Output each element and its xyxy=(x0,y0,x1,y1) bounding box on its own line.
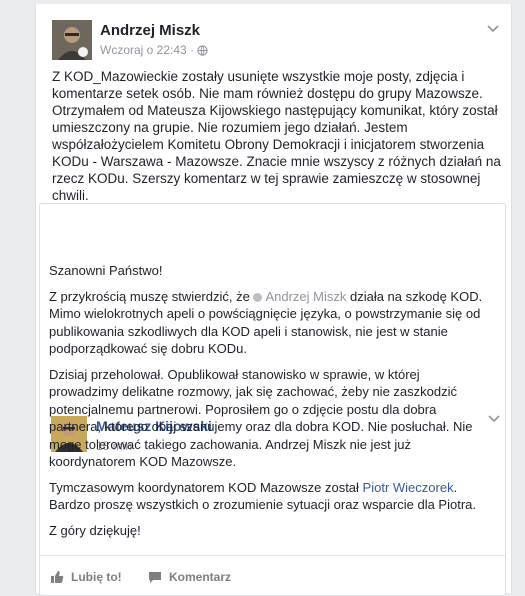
post-meta: Wczoraj o 22:43 · xyxy=(100,43,209,59)
andrzej-miszk-avatar[interactable] xyxy=(52,20,92,60)
globe-icon[interactable] xyxy=(197,45,209,59)
paragraph-1: Z przykrością muszę stwierdzić, że Andrz… xyxy=(49,288,489,358)
greeting: Szanowni Państwo! xyxy=(49,263,163,278)
paragraph-3-start: Tymczasowym koordynatorem KOD Mazowsze z… xyxy=(49,479,363,495)
post-text: Z KOD_Mazowieckie zostały usunięte wszys… xyxy=(52,68,502,204)
facebook-post: Andrzej Miszk Wczoraj o 22:43 · Z KOD_Ma… xyxy=(35,4,512,596)
like-button[interactable]: Lubię to! xyxy=(50,570,122,584)
shared-post-card: Mateusz Kijowski 18 min Szanowni Państwo… xyxy=(39,203,506,596)
post-timestamp[interactable]: Wczoraj o 22:43 xyxy=(100,43,187,57)
shared-post-body: Szanowni Państwo! Z przykrością muszę st… xyxy=(49,262,489,547)
shared-options-chevron-icon[interactable] xyxy=(488,412,500,426)
comment-icon xyxy=(148,571,162,584)
thumbs-up-icon xyxy=(50,570,64,584)
paragraph-1-start: Z przykrością muszę stwierdzić, że xyxy=(49,288,254,304)
post-author-name[interactable]: Andrzej Miszk xyxy=(100,22,200,39)
comment-button[interactable]: Komentarz xyxy=(148,570,231,584)
actions-divider xyxy=(40,555,505,556)
meta-separator: · xyxy=(190,43,195,57)
paragraph-2: Dzisiaj przeholował. Opublikował stanowi… xyxy=(49,366,473,470)
post-options-chevron-icon[interactable] xyxy=(487,22,499,36)
link-piotr-wieczorek[interactable]: Piotr Wieczorek xyxy=(363,480,454,495)
paragraph-3: Tymczasowym koordynatorem KOD Mazowsze z… xyxy=(49,479,489,514)
mention-label: Andrzej Miszk xyxy=(265,288,347,304)
mention-andrzej-miszk[interactable]: Andrzej Miszk xyxy=(253,289,346,304)
post-body: Z KOD_Mazowieckie zostały usunięte wszys… xyxy=(52,69,501,203)
comment-label: Komentarz xyxy=(169,570,232,584)
closing: Z góry dziękuję! xyxy=(49,522,141,538)
like-label: Lubię to! xyxy=(71,570,122,584)
mention-icon xyxy=(253,292,263,302)
